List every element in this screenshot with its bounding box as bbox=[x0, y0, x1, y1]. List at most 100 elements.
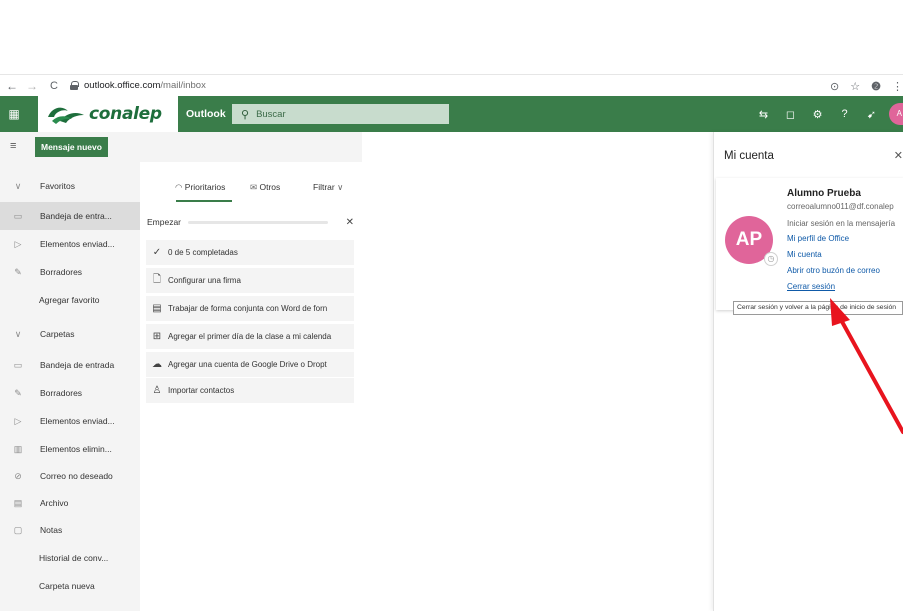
task-label: Agregar una cuenta de Google Drive o Dro… bbox=[168, 360, 327, 369]
search-placeholder: Buscar bbox=[256, 108, 286, 120]
star-icon[interactable]: ☆ bbox=[850, 80, 860, 93]
folder-label: Elementos enviad... bbox=[40, 239, 115, 249]
filter-button[interactable]: Filtrar ∨ bbox=[313, 182, 343, 193]
forward-icon[interactable]: → bbox=[24, 79, 40, 93]
bell-icon[interactable]: ◻ bbox=[777, 108, 804, 121]
folder-label: Borradores bbox=[40, 267, 83, 277]
hamburger-icon[interactable]: ≡ bbox=[10, 140, 16, 152]
help-icon[interactable]: ? bbox=[831, 108, 858, 120]
account-name: Alumno Prueba bbox=[787, 188, 861, 199]
office-profile-link[interactable]: Mi perfil de Office bbox=[787, 234, 849, 243]
app-header: ▦ conalep Outlook ⚲ Buscar ⇆ ◻ ⚙ ? ➹ A bbox=[0, 96, 903, 132]
header-actions: ⇆ ◻ ⚙ ? ➹ A bbox=[750, 96, 903, 132]
folder-item-junk[interactable]: ⊘ Correo no deseado bbox=[0, 462, 140, 490]
folder-item-history[interactable]: Historial de conv... bbox=[0, 544, 140, 572]
filter-label: Filtrar bbox=[313, 182, 335, 192]
task-label: 0 de 5 completadas bbox=[168, 248, 238, 257]
chevron-down-icon: ∨ bbox=[14, 328, 22, 339]
open-other-mailbox-link[interactable]: Abrir otro buzón de correo bbox=[787, 266, 880, 275]
tab-label: Otros bbox=[259, 182, 281, 192]
inbox-icon: ▭ bbox=[13, 359, 23, 370]
app-launcher-icon[interactable]: ▦ bbox=[0, 96, 28, 132]
task-item[interactable]: 🗋 Configurar una firma bbox=[146, 268, 354, 293]
task-label: Configurar una firma bbox=[168, 276, 241, 285]
tab-prioritarios[interactable]: ◠ Prioritarios bbox=[175, 182, 225, 193]
folder-item-sent[interactable]: ▷ Elementos enviad... bbox=[0, 407, 140, 435]
address-bar[interactable]: outlook.office.com/mail/inbox bbox=[84, 80, 206, 91]
add-favorite-label: Agregar favorito bbox=[39, 295, 100, 305]
trash-icon: ▥ bbox=[13, 443, 23, 454]
getting-started-progress bbox=[188, 220, 329, 224]
calendar-add-icon: ⊞ bbox=[152, 331, 162, 342]
presence-clock-icon: ◷ bbox=[764, 252, 778, 266]
search-input[interactable]: ⚲ Buscar bbox=[232, 104, 449, 124]
folder-label: Bandeja de entra... bbox=[40, 211, 112, 221]
reading-pane bbox=[362, 132, 713, 611]
archive-icon: ▤ bbox=[13, 497, 23, 508]
folder-item-inbox[interactable]: ▭ Bandeja de entrada bbox=[0, 351, 140, 379]
folder-label: Elementos elimin... bbox=[40, 444, 112, 454]
tab-indicator bbox=[176, 200, 232, 202]
add-favorite-link[interactable]: Agregar favorito bbox=[0, 286, 140, 314]
folders-header[interactable]: ∨ Carpetas bbox=[0, 320, 140, 348]
account-circle-icon[interactable]: ❷ bbox=[871, 80, 881, 93]
signature-icon: 🗋 bbox=[152, 274, 162, 285]
block-icon: ⊘ bbox=[14, 470, 22, 481]
location-icon[interactable]: ⊙ bbox=[830, 80, 839, 93]
megaphone-icon[interactable]: ➹ bbox=[858, 108, 885, 121]
favorite-item-drafts[interactable]: ✎ Borradores bbox=[0, 258, 140, 286]
new-folder-label: Carpeta nueva bbox=[39, 581, 95, 591]
task-item[interactable]: ♙ Importar contactos bbox=[146, 378, 354, 403]
favorites-header[interactable]: ∨ Favoritos bbox=[0, 172, 140, 200]
avatar[interactable]: A bbox=[889, 103, 903, 125]
folders-label: Carpetas bbox=[40, 329, 75, 339]
task-item[interactable]: ⊞ Agregar el primer día de la clase a mi… bbox=[146, 324, 354, 349]
message-list: ◠ Prioritarios ✉ Otros Filtrar ∨ Empezar… bbox=[140, 162, 362, 611]
folder-item-notes[interactable]: ▢ Notas bbox=[0, 516, 140, 544]
new-message-button[interactable]: Mensaje nuevo bbox=[35, 137, 108, 157]
cloud-icon: ☁ bbox=[152, 359, 162, 370]
folder-label: Notas bbox=[40, 525, 63, 535]
pencil-icon: ✎ bbox=[14, 387, 22, 398]
new-folder-link[interactable]: Carpeta nueva bbox=[0, 572, 140, 600]
chevron-down-icon: ∨ bbox=[334, 182, 344, 192]
task-label: Agregar el primer día de la clase a mi c… bbox=[168, 332, 332, 341]
logo-text: conalep bbox=[89, 104, 162, 124]
task-label: Importar contactos bbox=[168, 386, 235, 395]
skype-icon[interactable]: ⇆ bbox=[750, 108, 777, 121]
folder-label: Archivo bbox=[40, 498, 69, 508]
inbox-tabs: ◠ Prioritarios ✉ Otros Filtrar ∨ bbox=[140, 180, 362, 202]
favorite-item-sent[interactable]: ▷ Elementos enviad... bbox=[0, 230, 140, 258]
folder-label: Elementos enviad... bbox=[40, 416, 115, 426]
getting-started-label: Empezar bbox=[147, 217, 182, 227]
sign-out-tooltip: Cerrar sesión y volver a la página de in… bbox=[733, 301, 903, 315]
browser-actions: ⊙ ☆ ❷ ⋮ bbox=[830, 75, 903, 97]
close-icon[interactable]: ✕ bbox=[894, 149, 903, 162]
close-icon[interactable]: ✕ bbox=[346, 217, 354, 228]
folder-item-drafts[interactable]: ✎ Borradores bbox=[0, 379, 140, 407]
getting-started-header: Empezar ✕ bbox=[147, 215, 354, 229]
im-signin-text[interactable]: Iniciar sesión en la mensajería bbox=[787, 219, 903, 228]
folder-label: Correo no deseado bbox=[40, 471, 113, 481]
task-item[interactable]: ☁ Agregar una cuenta de Google Drive o D… bbox=[146, 352, 354, 377]
chevron-down-icon: ∨ bbox=[14, 180, 22, 191]
sign-out-link[interactable]: Cerrar sesión bbox=[787, 282, 835, 291]
tab-otros[interactable]: ✉ Otros bbox=[250, 182, 280, 193]
task-item[interactable]: ✓ 0 de 5 completadas bbox=[146, 240, 354, 265]
lock-icon bbox=[70, 81, 79, 90]
back-icon[interactable]: ← bbox=[4, 79, 20, 93]
folder-item-archive[interactable]: ▤ Archivo bbox=[0, 489, 140, 517]
radio-icon: ◠ bbox=[175, 182, 185, 192]
app-name[interactable]: Outlook bbox=[186, 96, 226, 132]
conalep-logo[interactable]: conalep bbox=[38, 96, 178, 132]
pencil-icon: ✎ bbox=[14, 266, 22, 277]
reload-icon[interactable]: C bbox=[46, 80, 62, 92]
gear-icon[interactable]: ⚙ bbox=[804, 108, 831, 121]
favorite-item-inbox[interactable]: ▭ Bandeja de entra... bbox=[0, 202, 140, 230]
task-item[interactable]: ▤ Trabajar de forma conjunta con Word de… bbox=[146, 296, 354, 321]
my-account-link[interactable]: Mi cuenta bbox=[787, 250, 822, 259]
folder-item-deleted[interactable]: ▥ Elementos elimin... bbox=[0, 435, 140, 463]
word-doc-icon: ▤ bbox=[152, 303, 162, 314]
folder-label: Bandeja de entrada bbox=[40, 360, 115, 370]
more-icon[interactable]: ⋮ bbox=[892, 80, 903, 93]
